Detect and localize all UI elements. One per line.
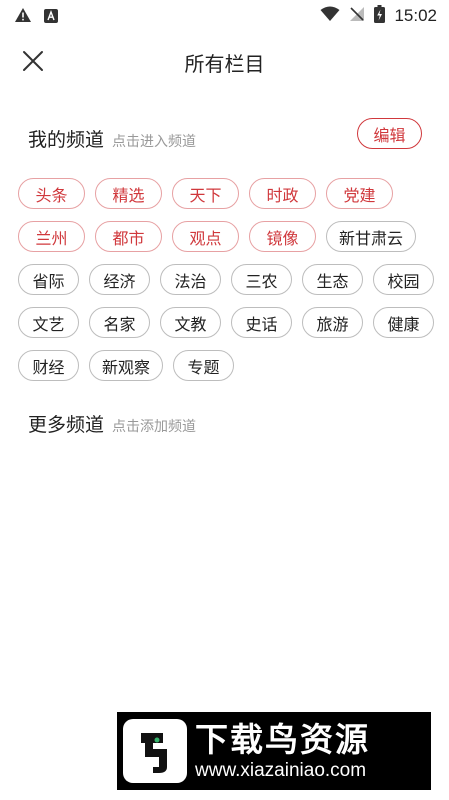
watermark-url: www.xiazainiao.com <box>195 760 367 781</box>
more-channels-header: 更多频道 点击添加频道 <box>28 410 196 437</box>
bird-logo <box>123 719 187 783</box>
channel-chip[interactable]: 观点 <box>172 221 239 252</box>
channel-chip[interactable]: 财经 <box>18 350 79 381</box>
channel-chip[interactable]: 健康 <box>373 307 434 338</box>
channel-chip[interactable]: 兰州 <box>18 221 85 252</box>
channel-chip[interactable]: 三农 <box>231 264 292 295</box>
channel-chip[interactable]: 党建 <box>326 178 393 209</box>
edit-button[interactable]: 编辑 <box>357 118 422 149</box>
page-title: 所有栏目 <box>184 52 265 76</box>
channel-chip[interactable]: 专题 <box>173 350 235 381</box>
channel-chip[interactable]: 史话 <box>231 307 292 338</box>
channel-chip[interactable]: 都市 <box>95 221 162 252</box>
channel-chip[interactable]: 文艺 <box>18 307 79 338</box>
channel-chip[interactable]: 经济 <box>89 264 150 295</box>
channel-chip[interactable]: 法治 <box>160 264 221 295</box>
wifi-icon <box>320 6 340 26</box>
more-channels-hint: 点击添加频道 <box>112 419 197 435</box>
channel-chip[interactable]: 精选 <box>95 178 162 209</box>
channel-chip[interactable]: 天下 <box>172 178 239 209</box>
warning-icon <box>14 7 32 27</box>
channel-chip[interactable]: 头条 <box>18 178 85 209</box>
text-notification-icon <box>44 8 58 27</box>
more-channels-title: 更多频道 <box>28 414 105 436</box>
channel-chip[interactable]: 旅游 <box>302 307 363 338</box>
no-signal-icon <box>349 6 365 26</box>
header: 所有栏目 <box>0 40 449 84</box>
my-channels-hint: 点击进入频道 <box>112 134 197 150</box>
status-bar: 15:02 <box>0 0 449 30</box>
my-channels-title: 我的频道 <box>28 129 105 151</box>
channel-chip[interactable]: 生态 <box>302 264 363 295</box>
watermark-banner: 下载鸟资源 www.xiazainiao.com <box>117 712 431 790</box>
my-channels-list: 头条 精选 天下 时政 党建兰州 都市 观点 镜像 新甘肃云省际 经济 法治 三农 生态 校园文艺 名家 文教… <box>18 178 438 381</box>
channel-chip[interactable]: 镜像 <box>249 221 316 252</box>
battery-icon <box>374 5 386 27</box>
my-channels-header: 我的频道 点击进入频道 <box>28 125 196 152</box>
channel-chip[interactable]: 新观察 <box>89 350 164 381</box>
channel-chip[interactable]: 新甘肃云 <box>326 221 417 252</box>
watermark-brand: 下载鸟资源 <box>195 720 370 759</box>
status-time: 15:02 <box>394 6 437 25</box>
channel-chip[interactable]: 时政 <box>249 178 316 209</box>
channel-chip[interactable]: 校园 <box>373 264 434 295</box>
channel-chip[interactable]: 名家 <box>89 307 150 338</box>
channel-chip[interactable]: 省际 <box>18 264 79 295</box>
channel-chip[interactable]: 文教 <box>160 307 221 338</box>
